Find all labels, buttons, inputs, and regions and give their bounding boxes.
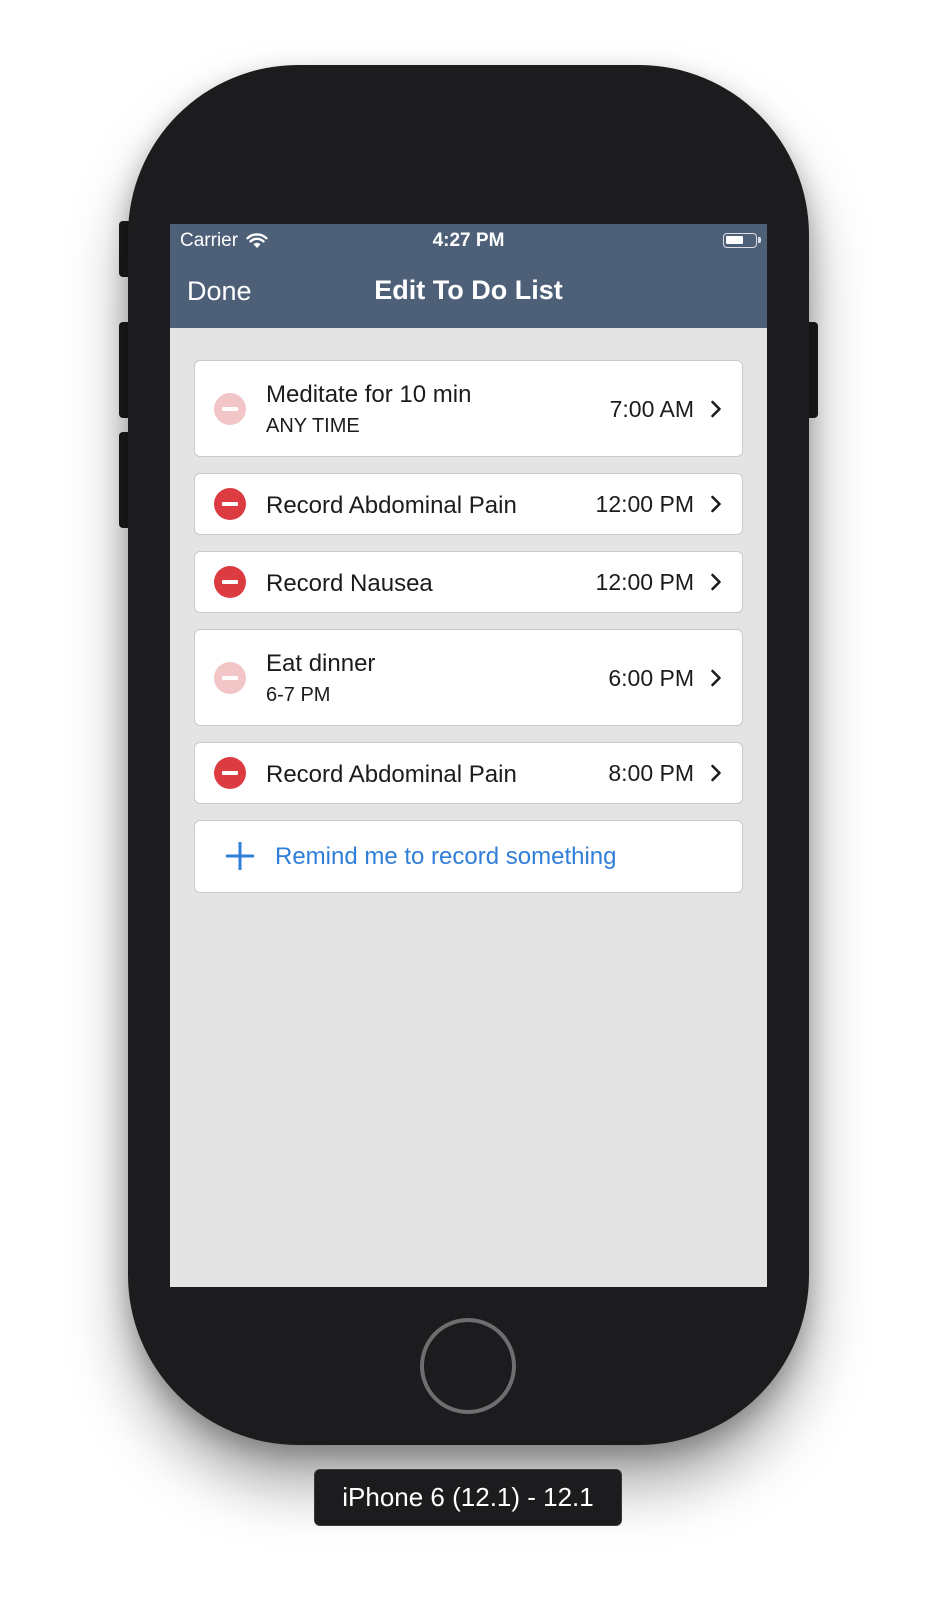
delete-icon[interactable] (214, 757, 246, 789)
todo-item-subtitle: ANY TIME (266, 415, 360, 437)
todo-item-subtitle: 6-7 PM (266, 684, 331, 706)
todo-list: Meditate for 10 min ANY TIME 7:00 AM Rec… (194, 360, 743, 893)
todo-item-title: Meditate for 10 min (266, 381, 472, 408)
chevron-right-icon (710, 573, 722, 591)
chevron-right-icon (710, 669, 722, 687)
todo-item-time: 12:00 PM (595, 491, 694, 517)
chevron-right-icon (710, 495, 722, 513)
todo-item-meditate[interactable]: Meditate for 10 min ANY TIME 7:00 AM (194, 360, 743, 457)
todo-item-title: Record Abdominal Pain (266, 492, 517, 519)
simulator-stage: Carrier 4:27 PM Done Edit To Do List Med… (0, 0, 936, 1606)
battery-icon (723, 233, 761, 248)
todo-item-time: 12:00 PM (595, 569, 694, 595)
home-button[interactable] (420, 1318, 516, 1414)
add-reminder-label: Remind me to record something (275, 843, 617, 870)
add-reminder-button[interactable]: Remind me to record something (194, 820, 743, 893)
app-screen: Carrier 4:27 PM Done Edit To Do List Med… (170, 224, 767, 1287)
todo-item-nausea[interactable]: Record Nausea 12:00 PM (194, 551, 743, 613)
todo-item-title: Record Nausea (266, 570, 433, 597)
chevron-right-icon (710, 400, 722, 418)
todo-item-title: Record Abdominal Pain (266, 761, 517, 788)
chevron-right-icon (710, 764, 722, 782)
todo-item-abdominal-pain-noon[interactable]: Record Abdominal Pain 12:00 PM (194, 473, 743, 535)
delete-icon[interactable] (214, 661, 246, 694)
delete-icon[interactable] (214, 488, 246, 520)
status-time: 4:27 PM (432, 230, 505, 251)
navigation-bar: Done Edit To Do List (170, 258, 767, 328)
plus-icon (226, 842, 254, 870)
todo-item-time: 7:00 AM (609, 395, 694, 422)
delete-icon[interactable] (214, 392, 246, 425)
todo-item-time: 6:00 PM (608, 664, 694, 691)
todo-item-title: Eat dinner (266, 650, 376, 677)
page-title: Edit To Do List (374, 275, 563, 305)
todo-item-eat-dinner[interactable]: Eat dinner 6-7 PM 6:00 PM (194, 629, 743, 726)
device-label: iPhone 6 (12.1) - 12.1 (314, 1469, 622, 1526)
todo-item-abdominal-pain-evening[interactable]: Record Abdominal Pain 8:00 PM (194, 742, 743, 804)
todo-item-time: 8:00 PM (608, 760, 694, 786)
delete-icon[interactable] (214, 566, 246, 598)
status-bar: Carrier 4:27 PM (170, 224, 767, 258)
